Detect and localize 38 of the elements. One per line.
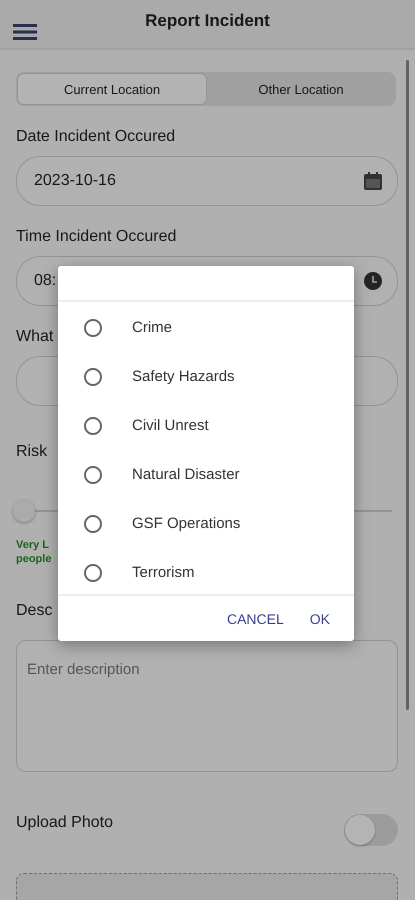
option-label: Natural Disaster [132, 466, 240, 483]
option-label: Terrorism [132, 564, 194, 581]
radio-button[interactable] [84, 466, 102, 484]
option-item[interactable]: GSF Operations [58, 499, 354, 548]
option-item[interactable]: Natural Disaster [58, 450, 354, 499]
option-label: GSF Operations [132, 515, 240, 532]
menu-icon[interactable] [13, 23, 37, 41]
option-label: Safety Hazards [132, 368, 235, 385]
option-label: Civil Unrest [132, 417, 209, 434]
slider-thumb[interactable] [13, 500, 35, 522]
field-label: Date Incident Occured [16, 128, 176, 146]
radio-button[interactable] [84, 514, 102, 532]
date-field[interactable]: 2023-10-16 [16, 156, 398, 206]
cancel-button[interactable]: CANCEL [216, 602, 294, 634]
location-tab[interactable]: Other Location [207, 73, 395, 105]
radio-button[interactable] [84, 318, 102, 336]
clock-icon[interactable] [363, 271, 383, 291]
radio-button[interactable] [84, 564, 102, 582]
upload-photo-toggle[interactable] [344, 814, 398, 846]
description-field[interactable]: Enter description [16, 640, 398, 772]
option-item[interactable]: Safety Hazards [58, 352, 354, 401]
ok-button[interactable]: OK [300, 602, 340, 634]
page-title: Report Incident [144, 11, 271, 31]
field-label: Upload Photo [16, 814, 113, 832]
option-label: Crime [132, 319, 172, 336]
option-item[interactable]: Terrorism [58, 548, 354, 594]
field-label: Desc [16, 602, 52, 620]
option-item[interactable]: Crime [58, 303, 354, 352]
risk-description: Very L [16, 538, 50, 552]
option-item[interactable]: Civil Unrest [58, 401, 354, 450]
location-tab[interactable]: Current Location [17, 73, 207, 105]
calendar-icon[interactable] [363, 171, 383, 191]
risk-description: people [16, 552, 52, 566]
field-label: What [16, 328, 54, 346]
radio-button[interactable] [84, 416, 102, 434]
field-label: Risk [16, 443, 48, 461]
radio-button[interactable] [84, 368, 102, 386]
field-label: Time Incident Occured [16, 228, 176, 246]
